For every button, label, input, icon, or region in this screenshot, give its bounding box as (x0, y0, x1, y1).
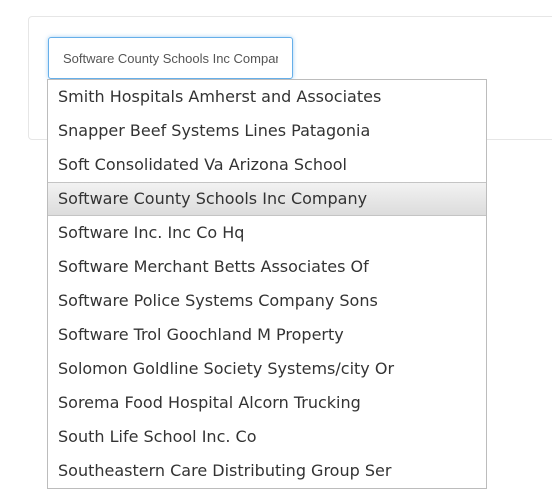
dropdown-item[interactable]: Software Inc. Inc Co Hq (48, 216, 486, 250)
dropdown-item[interactable]: Software Police Systems Company Sons (48, 284, 486, 318)
autocomplete-input[interactable] (48, 37, 293, 79)
dropdown-item[interactable]: Sorema Food Hospital Alcorn Trucking (48, 386, 486, 420)
autocomplete-dropdown: Smith Hospitals Amherst and Associates S… (47, 79, 487, 489)
dropdown-item[interactable]: Solomon Goldline Society Systems/city Or (48, 352, 486, 386)
dropdown-item[interactable]: Smith Hospitals Amherst and Associates (48, 80, 486, 114)
dropdown-item[interactable]: Software Merchant Betts Associates Of (48, 250, 486, 284)
dropdown-item[interactable]: Snapper Beef Systems Lines Patagonia (48, 114, 486, 148)
dropdown-item[interactable]: Soft Consolidated Va Arizona School (48, 148, 486, 182)
dropdown-item[interactable]: Software Trol Goochland M Property (48, 318, 486, 352)
dropdown-item-highlighted[interactable]: Software County Schools Inc Company (48, 182, 486, 216)
dropdown-item[interactable]: Southeastern Care Distributing Group Ser (48, 454, 486, 488)
dropdown-item[interactable]: South Life School Inc. Co (48, 420, 486, 454)
